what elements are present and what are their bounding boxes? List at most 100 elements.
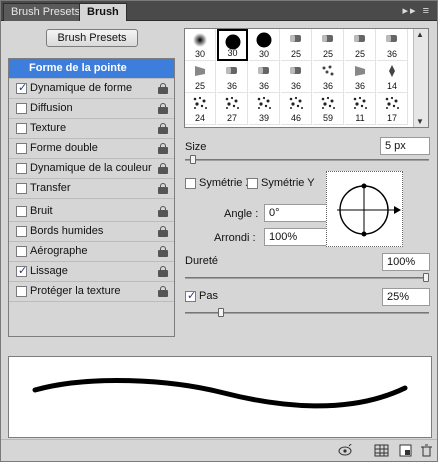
brush-tip-scrollbar[interactable]: ▲ ▼	[413, 29, 428, 127]
brush-tip-size: 36	[258, 81, 269, 91]
brush-tip[interactable]: 25	[313, 29, 344, 61]
setting-checkbox[interactable]	[16, 206, 27, 217]
brush-tip[interactable]: 39	[249, 93, 280, 125]
angle-label: Angle :	[224, 208, 259, 220]
lock-icon[interactable]	[158, 103, 168, 114]
setting-label: Protéger la texture	[30, 285, 121, 297]
brush-tip[interactable]: 36	[281, 61, 312, 93]
flip-x-checkbox[interactable]	[185, 178, 196, 189]
scroll-up-icon[interactable]: ▲	[416, 30, 424, 39]
brush-tip[interactable]: 24	[185, 93, 216, 125]
lock-icon[interactable]	[158, 83, 168, 94]
lock-icon[interactable]	[158, 163, 168, 174]
brush-setting-item[interactable]: ✓ Lissage	[9, 262, 174, 282]
spacing-field[interactable]: 25%	[382, 288, 430, 306]
brush-setting-item[interactable]: Bords humides	[9, 222, 174, 242]
brush-tip-dots-icon	[320, 64, 336, 81]
brush-tip[interactable]: 46	[281, 93, 312, 125]
setting-checkbox[interactable]	[16, 123, 27, 134]
brush-setting-item[interactable]: ✓ Dynamique de forme	[9, 79, 174, 99]
lock-icon[interactable]	[158, 143, 168, 154]
brush-setting-item[interactable]: Forme de la pointe	[9, 59, 174, 79]
brush-tip[interactable]: 30	[249, 29, 280, 61]
brush-tip[interactable]: 36	[345, 61, 376, 93]
lock-icon[interactable]	[158, 246, 168, 257]
hardness-slider-thumb[interactable]	[423, 273, 429, 282]
setting-checkbox[interactable]	[16, 226, 27, 237]
brush-tip[interactable]: 59	[313, 93, 344, 125]
setting-label: Transfer	[30, 182, 71, 194]
brush-tip-pen-icon	[320, 32, 336, 49]
brush-tip[interactable]: 25	[185, 61, 216, 93]
brush-setting-item[interactable]: Diffusion	[9, 99, 174, 119]
setting-checkbox[interactable]: ✓	[16, 82, 27, 94]
setting-label: Dynamique de forme	[30, 82, 133, 94]
flip-y-label: Symétrie Y	[261, 177, 315, 189]
brush-setting-item[interactable]: Forme double	[9, 139, 174, 159]
panel-menu-icon[interactable]: ▸▸ ≡	[402, 4, 431, 17]
brush-setting-item[interactable]: Dynamique de la couleur	[9, 159, 174, 179]
tab-brush[interactable]: Brush	[79, 3, 127, 21]
brush-setting-item[interactable]: Protéger la texture	[9, 282, 174, 302]
tab-bar: Brush Presets Brush ▸▸ ≡	[1, 1, 437, 21]
brush-tip[interactable]: 36	[313, 61, 344, 93]
brush-tip-size: 25	[290, 49, 301, 59]
spacing-checkbox[interactable]: ✓	[185, 290, 197, 302]
brush-tip[interactable]: 36	[249, 61, 280, 93]
brush-tip-spatter-icon	[384, 96, 400, 113]
brush-setting-item[interactable]: Aérographe	[9, 242, 174, 262]
angle-roundness-compass[interactable]	[326, 171, 403, 247]
trash-icon[interactable]	[419, 444, 434, 457]
brush-tip-size: 36	[226, 81, 237, 91]
toggle-live-tip-icon[interactable]	[338, 444, 353, 457]
brush-tip-leaf-icon	[384, 64, 400, 81]
lock-icon[interactable]	[158, 286, 168, 297]
brush-tip[interactable]: 17	[377, 93, 408, 125]
brush-tip[interactable]: 30	[185, 29, 216, 61]
brush-tip[interactable]: 36	[217, 61, 248, 93]
brush-tip[interactable]: 25	[345, 29, 376, 61]
brush-tip-size: 25	[194, 81, 205, 91]
brush-tip-spatter-icon	[288, 96, 304, 113]
check-icon: ✓	[187, 290, 197, 302]
size-slider[interactable]	[185, 159, 429, 161]
brush-tip[interactable]: 30	[217, 29, 248, 61]
setting-checkbox[interactable]	[16, 286, 27, 297]
size-field[interactable]: 5 px	[380, 137, 430, 155]
scroll-down-icon[interactable]: ▼	[416, 117, 424, 126]
spacing-label: Pas	[199, 290, 218, 302]
setting-label: Forme de la pointe	[29, 62, 127, 74]
brush-tip[interactable]: 14	[377, 61, 408, 93]
brush-tip-size: 30	[258, 49, 269, 59]
brush-setting-item[interactable]: Texture	[9, 119, 174, 139]
setting-checkbox[interactable]	[16, 103, 27, 114]
brush-tip[interactable]: 11	[345, 93, 376, 125]
brush-tip-size: 59	[322, 113, 333, 123]
new-preset-icon[interactable]	[398, 444, 413, 457]
setting-checkbox[interactable]: ✓	[16, 265, 27, 277]
lock-icon[interactable]	[158, 123, 168, 134]
size-slider-thumb[interactable]	[189, 155, 196, 164]
lock-icon[interactable]	[158, 226, 168, 237]
brush-tip-pen-icon	[224, 64, 240, 81]
brush-setting-item[interactable]: Bruit	[9, 202, 174, 222]
brush-presets-button[interactable]: Brush Presets	[46, 29, 138, 47]
lock-icon[interactable]	[158, 206, 168, 217]
brush-tip-spatter-icon	[256, 96, 272, 113]
setting-checkbox[interactable]	[16, 183, 27, 194]
lock-icon[interactable]	[158, 183, 168, 194]
lock-icon[interactable]	[158, 266, 168, 277]
spacing-slider-thumb[interactable]	[218, 308, 225, 317]
hardness-slider[interactable]	[185, 277, 429, 279]
brush-tip[interactable]: 27	[217, 93, 248, 125]
flip-y-checkbox[interactable]	[247, 178, 258, 189]
brush-grid-icon[interactable]	[374, 444, 389, 457]
setting-checkbox[interactable]	[16, 163, 27, 174]
hardness-field[interactable]: 100%	[382, 253, 430, 271]
brush-tip[interactable]: 36	[377, 29, 408, 61]
brush-setting-item[interactable]: Transfer	[9, 179, 174, 199]
setting-checkbox[interactable]	[16, 246, 27, 257]
setting-checkbox[interactable]	[16, 143, 27, 154]
brush-tip[interactable]: 25	[281, 29, 312, 61]
tab-brush-presets[interactable]: Brush Presets	[3, 3, 89, 21]
